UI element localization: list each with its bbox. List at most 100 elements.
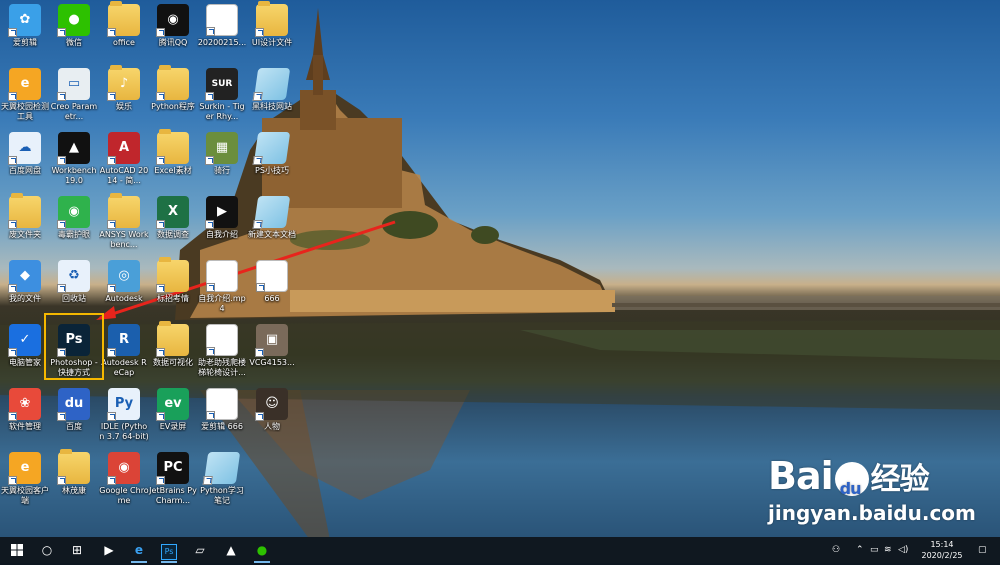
- network-icon[interactable]: ▭: [870, 543, 879, 557]
- shortcut-arrow-icon: [205, 92, 214, 101]
- desktop-icon-9[interactable]: ♪ 娱乐: [99, 65, 149, 112]
- desktop-icon-8[interactable]: ▭ Creo Parametr...: [49, 68, 99, 122]
- desktop-icon-24[interactable]: 新建文本文档: [247, 196, 297, 240]
- shortcut-arrow-icon: [107, 348, 116, 357]
- taskbar-media-app[interactable]: ▶: [96, 537, 122, 563]
- app-icon: W: [206, 324, 238, 356]
- desktop-icon-47[interactable]: Python学习笔记: [197, 452, 247, 506]
- desktop-icon-40[interactable]: ev EV录屏: [148, 388, 198, 432]
- desktop-icon-label: IDLE (Python 3.7 64-bit): [99, 422, 149, 441]
- shortcut-arrow-icon: [156, 92, 165, 101]
- shortcut-arrow-icon: [205, 220, 214, 229]
- shortcut-arrow-icon: [156, 412, 165, 421]
- shortcut-arrow-icon: [8, 220, 17, 229]
- taskbar-edge[interactable]: e: [126, 537, 152, 563]
- app-icon: ♪: [107, 65, 140, 101]
- app-icon: ▣: [255, 324, 288, 357]
- app-icon: [107, 193, 140, 229]
- desktop-icon-10[interactable]: Python程序: [148, 65, 198, 112]
- desktop-icon-label: 人物: [264, 422, 280, 431]
- windows-logo-icon: [11, 544, 23, 556]
- edge-icon: e: [134, 543, 144, 557]
- clock-time: 15:14: [930, 540, 954, 549]
- desktop-icon-27[interactable]: ◎ Autodesk: [99, 260, 149, 304]
- desktop-icon-23[interactable]: ▶ 自我介绍: [197, 196, 247, 240]
- desktop-icon-34[interactable]: 数据可视化: [148, 321, 198, 368]
- taskbar-wechat[interactable]: ●: [249, 537, 275, 563]
- desktop-icon-14[interactable]: ▲ Workbench 19.0: [49, 132, 99, 186]
- search-button[interactable]: ○: [34, 537, 60, 563]
- desktop-icon-label: 666: [264, 294, 280, 303]
- desktop-icon-25[interactable]: ◆ 我的文件: [0, 260, 50, 304]
- desktop-icon-28[interactable]: 标招考情: [148, 257, 198, 304]
- desktop-icon-46[interactable]: PC JetBrains PyCharm...: [148, 452, 198, 506]
- desktop-icon-20[interactable]: ◉ 毒霸护眼: [49, 196, 99, 240]
- volume-icon[interactable]: ◁): [898, 543, 908, 557]
- people-icon[interactable]: ⚇: [832, 543, 840, 557]
- desktop-icon-38[interactable]: du 百度: [49, 388, 99, 432]
- desktop-icon-21[interactable]: ANSYS Workbenc...: [99, 193, 149, 250]
- taskbar-notepad[interactable]: ▱: [187, 537, 213, 563]
- desktop-icon-19[interactable]: 废文件夹: [0, 193, 50, 240]
- desktop-icon-6[interactable]: UI设计文件: [247, 1, 297, 48]
- desktop-icon-13[interactable]: ☁ 百度网盘: [0, 132, 50, 176]
- desktop-icon-45[interactable]: ◉ Google Chrome: [99, 452, 149, 506]
- app-icon: e: [8, 68, 41, 101]
- desktop-icon-36[interactable]: ▣ VCG4153...: [247, 324, 297, 368]
- desktop-icon-31[interactable]: ✓ 电脑管家: [0, 324, 50, 368]
- desktop-icon-7[interactable]: e 天翼校园检测工具: [0, 68, 50, 122]
- desktop-icon-11[interactable]: SUR Surkin - Tiger Rhy...: [197, 68, 247, 122]
- taskbar-photos[interactable]: ▲: [218, 537, 244, 563]
- desktop-icon-label: Surkin - Tiger Rhy...: [199, 102, 245, 121]
- desktop-icon-label: PS小技巧: [255, 166, 289, 175]
- desktop-icon-2[interactable]: ● 微信: [49, 4, 99, 48]
- app-icon: e: [8, 452, 41, 485]
- desktop-icon-label: 数据可视化: [153, 358, 193, 367]
- desktop-icon-1[interactable]: ✿ 爱剪辑: [0, 4, 50, 48]
- shortcut-arrow-icon: [8, 476, 17, 485]
- desktop-icon-42[interactable]: ☺ 人物: [247, 388, 297, 432]
- clock[interactable]: 15:14 2020/2/25: [916, 539, 968, 561]
- desktop-icon-33[interactable]: R Autodesk ReCap: [99, 324, 149, 378]
- app-icon: ▭: [57, 68, 90, 101]
- desktop-icon-3[interactable]: office: [99, 1, 149, 48]
- shortcut-arrow-icon: [255, 348, 264, 357]
- wifi-icon[interactable]: ≋: [884, 543, 892, 557]
- desktop-icon-35[interactable]: W 助老助残爬楼梯轮椅设计...: [197, 324, 247, 378]
- desktop-icon-22[interactable]: X 数据调查: [148, 196, 198, 240]
- desktop-icon-29[interactable]: ▤ 自我介绍.mp4: [197, 260, 247, 314]
- desktop-icon-37[interactable]: ❀ 软件管理: [0, 388, 50, 432]
- desktop-icon-17[interactable]: ▦ 骑行: [197, 132, 247, 176]
- desktop-icon-41[interactable]: 嗨爱剪辑 666: [197, 388, 247, 432]
- desktop-icon-15[interactable]: A AutoCAD 2014 - 简...: [99, 132, 149, 186]
- desktop-icon-12[interactable]: 黑科技网站: [247, 68, 297, 112]
- photoshop-highlight-box: [44, 313, 104, 380]
- desktop-icon-26[interactable]: ♻ 回收站: [49, 260, 99, 304]
- desktop-icon-label: 标招考情: [157, 294, 189, 303]
- desktop-icon-5[interactable]: 嗨 20200215...: [197, 4, 247, 48]
- app-icon: ◉: [57, 196, 90, 229]
- search-icon: ○: [41, 543, 53, 557]
- desktop-icon-4[interactable]: ◉ 腾讯QQ: [148, 4, 198, 48]
- desktop-icon-16[interactable]: Excel素材: [148, 129, 198, 176]
- shortcut-arrow-icon: [107, 28, 116, 37]
- desktop-icon-43[interactable]: e 天翼校园客户端: [0, 452, 50, 506]
- taskbar-photoshop[interactable]: Ps: [156, 537, 182, 563]
- desktop-icon-39[interactable]: Py IDLE (Python 3.7 64-bit): [99, 388, 149, 442]
- app-icon: ▶: [205, 196, 238, 229]
- app-icon: [8, 193, 41, 229]
- desktop-icon-18[interactable]: PS小技巧: [247, 132, 297, 176]
- app-icon: [252, 68, 291, 101]
- desktop-icon-44[interactable]: 林茂康: [49, 449, 99, 496]
- show-hidden-icons-arrow[interactable]: ⌃: [856, 543, 864, 557]
- app-icon: X: [156, 196, 189, 229]
- app-icon: ▤: [206, 260, 238, 292]
- start-button[interactable]: [4, 537, 30, 563]
- desktop-icon-30[interactable]: ▦ 666: [247, 260, 297, 304]
- shortcut-arrow-icon: [8, 284, 17, 293]
- desktop-icon-label: 天翼校园检测工具: [1, 102, 49, 121]
- app-icon: ♻: [57, 260, 90, 293]
- task-view-button[interactable]: ⊞: [64, 537, 90, 563]
- shortcut-arrow-icon: [156, 220, 165, 229]
- action-center-icon[interactable]: ▢: [978, 543, 987, 557]
